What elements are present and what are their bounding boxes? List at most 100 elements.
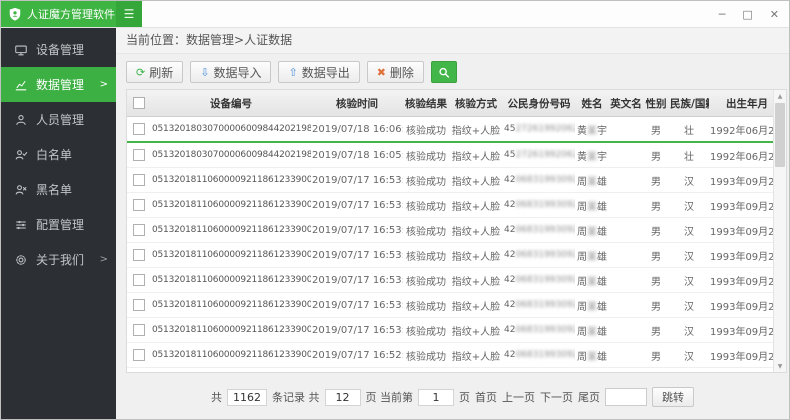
select-all-checkbox[interactable]: [133, 97, 145, 109]
checkbox-cell: [127, 318, 151, 343]
table-row[interactable]: 051320181106000092118612339001542019/07/…: [127, 293, 785, 318]
row-checkbox[interactable]: [133, 324, 145, 336]
table-row[interactable]: 051320181106000092118612339001542019/07/…: [127, 193, 785, 218]
row-checkbox[interactable]: [133, 149, 145, 161]
masked-name: 某: [587, 252, 597, 263]
data-export-button[interactable]: ⇧ 数据导出: [278, 61, 359, 83]
verify-time-cell: 2019/07/17 16:53:12: [311, 218, 403, 243]
row-checkbox[interactable]: [133, 199, 145, 211]
table-row[interactable]: 051320181106000092118612339001542019/07/…: [127, 218, 785, 243]
table-row[interactable]: 051320181106000092118612339001542019/07/…: [127, 168, 785, 193]
maximize-button[interactable]: □: [742, 9, 752, 20]
citizen-id-cell: 420683199309234528: [503, 343, 575, 368]
vertical-scrollbar[interactable]: ▲ ▼: [773, 90, 786, 372]
close-button[interactable]: ✕: [770, 9, 779, 20]
sidebar-item-label: 人员管理: [36, 111, 84, 128]
gender-cell: 男: [643, 117, 669, 143]
name-cell: 周某雄: [575, 343, 609, 368]
jump-button[interactable]: 跳转: [652, 387, 694, 407]
sidebar-item-label: 黑名单: [36, 181, 72, 198]
sidebar-item-关于我们[interactable]: 关于我们>: [1, 242, 116, 277]
sidebar-item-黑名单[interactable]: 黑名单: [1, 172, 116, 207]
sidebar-item-label: 数据管理: [36, 76, 84, 93]
table-row[interactable]: 051320180307000060098442021982862019/07/…: [127, 142, 785, 168]
sidebar-item-设备管理[interactable]: 设备管理: [1, 32, 116, 67]
masked-name: 某: [587, 327, 597, 338]
pagination-text: 页: [459, 389, 470, 405]
citizen-id-cell: 452726199206204315: [503, 142, 575, 168]
table-row[interactable]: 051320181106000092118612339001542019/07/…: [127, 318, 785, 343]
row-checkbox[interactable]: [133, 349, 145, 361]
table-row[interactable]: 051320181106000092118612339001542019/07/…: [127, 368, 785, 374]
masked-name: 某: [587, 177, 597, 188]
device-number-cell: 05132018110600009211861233900154: [151, 343, 311, 368]
name-cell: 黄某宇: [575, 142, 609, 168]
search-button[interactable]: [431, 61, 457, 83]
device-number-cell: 05132018110600009211861233900154: [151, 268, 311, 293]
row-checkbox[interactable]: [133, 299, 145, 311]
verify-method-cell: 指纹+人脸: [449, 318, 503, 343]
data-import-button[interactable]: ⇩ 数据导入: [190, 61, 271, 83]
delete-label: 删除: [390, 64, 414, 81]
table-row[interactable]: 051320181106000092118612339001542019/07/…: [127, 268, 785, 293]
sidebar-item-人员管理[interactable]: 人员管理: [1, 102, 116, 137]
masked-id: 2726199206204315: [515, 150, 575, 160]
scrollbar-thumb[interactable]: [775, 103, 785, 167]
ethnic-cell: 汉: [669, 268, 709, 293]
verify-method-cell: 指纹+人脸: [449, 368, 503, 374]
table-row[interactable]: 051320180307000060098442021982862019/07/…: [127, 117, 785, 143]
ethnic-cell: 汉: [669, 368, 709, 374]
masked-name: 某: [587, 227, 597, 238]
minimize-button[interactable]: ─: [719, 9, 726, 20]
verify-method-cell: 指纹+人脸: [449, 243, 503, 268]
first-page-link[interactable]: 首页: [475, 389, 497, 405]
verify-method-cell: 指纹+人脸: [449, 193, 503, 218]
delete-button[interactable]: ✖ 删除: [367, 61, 424, 83]
sidebar-item-label: 设备管理: [36, 41, 84, 58]
jump-page-input[interactable]: [605, 388, 647, 406]
row-checkbox[interactable]: [133, 123, 145, 135]
checkbox-cell: [127, 193, 151, 218]
prev-page-link[interactable]: 上一页: [502, 389, 535, 405]
name-cell: 周某雄: [575, 268, 609, 293]
scroll-down-icon[interactable]: ▼: [774, 360, 786, 372]
sidebar-item-数据管理[interactable]: 数据管理>: [1, 67, 116, 102]
table-row[interactable]: 051320181106000092118612339001542019/07/…: [127, 343, 785, 368]
import-label: 数据导入: [213, 64, 261, 81]
import-icon: ⇩: [200, 67, 209, 78]
name-cell: 周某雄: [575, 318, 609, 343]
pagination-bar: 共 1162 条记录 共 12 页 当前第 1 页 首页 上一页 下一页 尾页 …: [116, 387, 789, 407]
sidebar-item-白名单[interactable]: 白名单: [1, 137, 116, 172]
last-page-link[interactable]: 尾页: [578, 389, 600, 405]
current-page: 1: [418, 389, 454, 406]
checkbox-cell: [127, 218, 151, 243]
refresh-button[interactable]: ⟳ 刷新: [126, 61, 183, 83]
table-row[interactable]: 051320181106000092118612339001542019/07/…: [127, 243, 785, 268]
masked-id: 0683199309234528: [515, 175, 575, 185]
row-checkbox[interactable]: [133, 249, 145, 261]
ethnic-cell: 汉: [669, 318, 709, 343]
hamburger-menu-button[interactable]: ☰: [116, 1, 142, 27]
masked-id: 0683199309234528: [515, 325, 575, 335]
row-checkbox[interactable]: [133, 274, 145, 286]
citizen-id-cell: 420683199309234528: [503, 243, 575, 268]
next-page-link[interactable]: 下一页: [540, 389, 573, 405]
column-header: 英文名: [609, 90, 643, 117]
checkbox-cell: [127, 142, 151, 168]
english-name-cell: [609, 268, 643, 293]
device-number-cell: 05132018110600009211861233900154: [151, 168, 311, 193]
citizen-id-cell: 420683199309234528: [503, 193, 575, 218]
ethnic-cell: 壮: [669, 142, 709, 168]
column-header: 性别: [643, 90, 669, 117]
scroll-up-icon[interactable]: ▲: [774, 90, 786, 102]
masked-id: 0683199309234528: [515, 350, 575, 360]
verify-result-cell: 核验成功: [403, 168, 449, 193]
gender-cell: 男: [643, 243, 669, 268]
row-checkbox[interactable]: [133, 174, 145, 186]
row-checkbox[interactable]: [133, 224, 145, 236]
device-number-cell: 05132018030700006009844202198286: [151, 142, 311, 168]
sidebar-item-配置管理[interactable]: 配置管理: [1, 207, 116, 242]
citizen-id-cell: 420683199309234528: [503, 293, 575, 318]
english-name-cell: [609, 318, 643, 343]
checkbox-cell: [127, 268, 151, 293]
